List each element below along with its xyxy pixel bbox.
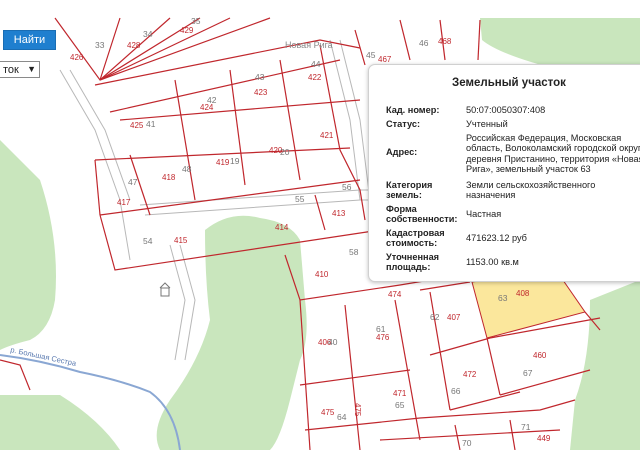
cadastral-number: 471 bbox=[393, 389, 407, 398]
popup-value: 50:07:0050307:408 bbox=[466, 105, 546, 115]
plot-number: 41 bbox=[146, 119, 156, 129]
cadastral-number: 468 bbox=[438, 37, 452, 46]
popup-row-cadastral-number: Кад. номер: 50:07:0050307:408 bbox=[386, 105, 640, 116]
cadastral-number: 421 bbox=[320, 131, 334, 140]
cadastral-number: 413 bbox=[332, 209, 346, 218]
plot-number: 42 bbox=[207, 95, 217, 105]
cadastral-number: 476 bbox=[376, 333, 390, 342]
cadastral-number: 410 bbox=[315, 270, 329, 279]
plot-number: 47 bbox=[128, 177, 138, 187]
plot-number: 56 bbox=[342, 182, 352, 192]
popup-key: Кадастровая стоимость: bbox=[386, 228, 445, 249]
popup-key: Категория земель: bbox=[386, 180, 433, 201]
plot-number: 44 bbox=[311, 59, 321, 69]
plot-number: 48 bbox=[182, 164, 192, 174]
plot-number: 20 bbox=[280, 147, 290, 157]
cadastral-number: 426 bbox=[70, 53, 84, 62]
popup-row-area: Уточненная площадь: 1153.00 кв.м bbox=[386, 252, 640, 274]
cadastral-number: 475 bbox=[321, 408, 335, 417]
popup-key: Форма собственности: bbox=[386, 204, 458, 225]
cadastral-number: 425 bbox=[130, 121, 144, 130]
popup-key: Адрес: bbox=[386, 147, 418, 157]
cadastral-number: 475 bbox=[353, 403, 362, 417]
plot-number: 67 bbox=[523, 368, 533, 378]
plot-info-popup: Земельный участок Кад. номер: 50:07:0050… bbox=[368, 64, 640, 282]
cadastral-number: 474 bbox=[388, 290, 402, 299]
search-button[interactable]: Найти bbox=[3, 30, 56, 50]
plot-number: 65 bbox=[395, 400, 405, 410]
cadastral-number: 419 bbox=[216, 158, 230, 167]
cadastral-number: 407 bbox=[447, 313, 461, 322]
plot-number: 66 bbox=[451, 386, 461, 396]
plot-number: 55 bbox=[295, 194, 305, 204]
plot-number: 45 bbox=[366, 50, 376, 60]
plot-number: 58 bbox=[349, 247, 359, 257]
forest-area-left bbox=[0, 140, 56, 350]
plot-number: 54 bbox=[143, 236, 153, 246]
popup-value: Учтенный bbox=[466, 119, 508, 129]
popup-row-ownership: Форма собственности: Частная bbox=[386, 204, 640, 226]
popup-value: 471623.12 руб bbox=[466, 233, 527, 243]
popup-value: 1153.00 кв.м bbox=[466, 257, 519, 267]
plot-number: 19 bbox=[230, 156, 240, 166]
cadastral-number: 429 bbox=[180, 26, 194, 35]
plot-number: 35 bbox=[191, 16, 201, 26]
cadastral-number: 414 bbox=[275, 223, 289, 232]
popup-value: Земли сельскохозяйственного назначения bbox=[466, 180, 596, 201]
plot-number: 62 bbox=[430, 312, 440, 322]
building-icon bbox=[159, 282, 171, 297]
plot-number: 40 bbox=[328, 337, 338, 347]
plot-number: 70 bbox=[462, 438, 472, 448]
plot-number: 33 bbox=[95, 40, 105, 50]
cadastral-number: 467 bbox=[378, 55, 392, 64]
popup-title: Земельный участок bbox=[452, 77, 566, 89]
forest-area-bottom-left bbox=[0, 395, 120, 450]
plot-number: 43 bbox=[255, 72, 265, 82]
popup-key: Кад. номер: bbox=[386, 105, 440, 115]
plot-number: 61 bbox=[376, 324, 386, 334]
popup-value: Частная bbox=[466, 209, 502, 219]
cadastral-number: 428 bbox=[127, 41, 141, 50]
cadastral-number: 472 bbox=[463, 370, 477, 379]
popup-key: Уточненная площадь: bbox=[386, 252, 440, 273]
popup-row-cadastral-value: Кадастровая стоимость: 471623.12 руб bbox=[386, 228, 640, 250]
cadastral-number: 460 bbox=[533, 351, 547, 360]
plot-number: 34 bbox=[143, 29, 153, 39]
cadastral-number: 423 bbox=[254, 88, 268, 97]
popup-row-address: Адрес: Российская Федерация, Московская … bbox=[386, 133, 640, 177]
popup-key: Статус: bbox=[386, 119, 421, 129]
layer-select-value: ток bbox=[3, 63, 19, 76]
cadastral-number: 422 bbox=[308, 73, 322, 82]
popup-row-status: Статус: Учтенный bbox=[386, 119, 640, 130]
plot-number: 63 bbox=[498, 293, 508, 303]
cadastral-number: 449 bbox=[537, 434, 551, 443]
popup-row-land-category: Категория земель: Земли сельскохозяйстве… bbox=[386, 180, 640, 202]
cadastral-number: 408 bbox=[516, 289, 530, 298]
cadastral-number: 415 bbox=[174, 236, 188, 245]
popup-value: Российская Федерация, Московская область… bbox=[466, 133, 640, 175]
layer-select[interactable]: ток ▼ bbox=[0, 61, 40, 78]
plot-number: 46 bbox=[419, 38, 429, 48]
chevron-down-icon: ▼ bbox=[27, 64, 36, 74]
cadastral-number: 417 bbox=[117, 198, 131, 207]
plot-number: 71 bbox=[521, 422, 531, 432]
cadastral-number: 418 bbox=[162, 173, 176, 182]
plot-number: 64 bbox=[337, 412, 347, 422]
street-label: Новая Рига bbox=[285, 40, 333, 50]
